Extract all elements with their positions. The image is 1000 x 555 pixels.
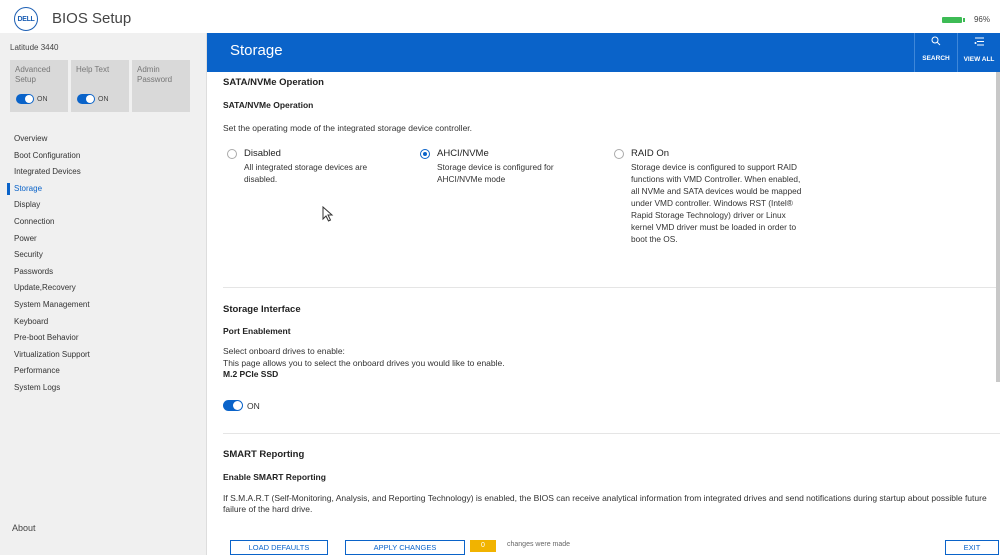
port-enablement-desc1: Select onboard drives to enable: — [223, 346, 345, 356]
sidebar-item-display[interactable]: Display — [0, 197, 206, 214]
sata-subtitle: SATA/NVMe Operation — [223, 100, 314, 110]
content-scrollbar[interactable] — [996, 72, 1000, 382]
toggle-switch-icon — [77, 94, 95, 104]
smart-description: If S.M.A.R.T (Self-Monitoring, Analysis,… — [223, 493, 987, 514]
battery-icon — [942, 17, 965, 23]
sidebar-item-keyboard[interactable]: Keyboard — [0, 314, 206, 331]
sidebar: Latitude 3440 Advanced Setup ON Help Tex… — [0, 33, 207, 555]
m2-pcie-ssd-toggle[interactable]: ON — [223, 400, 260, 411]
changes-count-badge: 0 — [470, 540, 496, 552]
sidebar-item-storage[interactable]: Storage — [0, 181, 206, 198]
sata-description: Set the operating mode of the integrated… — [223, 123, 473, 133]
sidebar-item-security[interactable]: Security — [0, 247, 206, 264]
sidebar-item-performance[interactable]: Performance — [0, 363, 206, 380]
port-enablement-title: Port Enablement — [223, 326, 291, 336]
advanced-setup-toggle[interactable]: ON — [16, 94, 48, 104]
section-divider — [223, 287, 1000, 288]
section-divider — [223, 433, 1000, 434]
page-title: Storage — [230, 42, 283, 59]
app-title: BIOS Setup — [52, 10, 132, 27]
search-icon — [915, 36, 957, 49]
footer-bar: LOAD DEFAULTS APPLY CHANGES 0 changes we… — [207, 536, 1000, 555]
exit-button[interactable]: EXIT — [945, 540, 999, 555]
sidebar-item-system-management[interactable]: System Management — [0, 297, 206, 314]
page-header: Storage SEARCH VIEW ALL — [207, 33, 1000, 72]
list-icon — [958, 36, 1000, 50]
smart-section-title: SMART Reporting — [223, 449, 305, 460]
sidebar-item-update-recovery[interactable]: Update,Recovery — [0, 280, 206, 297]
help-text-label: Help Text — [76, 65, 110, 74]
radio-button[interactable] — [227, 149, 237, 159]
mouse-cursor-icon — [322, 206, 334, 222]
battery-percent: 96% — [973, 15, 990, 24]
admin-password-label: Admin Password — [137, 65, 173, 84]
load-defaults-button[interactable]: LOAD DEFAULTS — [230, 540, 328, 555]
admin-password-option[interactable]: Admin Password — [132, 60, 190, 112]
storage-interface-title: Storage Interface — [223, 304, 301, 315]
sidebar-item-passwords[interactable]: Passwords — [0, 264, 206, 281]
apply-changes-button[interactable]: APPLY CHANGES — [345, 540, 465, 555]
view-all-button[interactable]: VIEW ALL — [957, 33, 1000, 72]
search-button[interactable]: SEARCH — [914, 33, 957, 72]
sidebar-item-virtualization-support[interactable]: Virtualization Support — [0, 347, 206, 364]
sidebar-item-overview[interactable]: Overview — [0, 131, 206, 148]
main-content: SATA/NVMe Operation SATA/NVMe Operation … — [207, 72, 1000, 527]
top-bar: DELL BIOS Setup 96% — [0, 0, 1000, 33]
advanced-setup-label: Advanced Setup — [15, 65, 51, 84]
sidebar-nav: Overview Boot Configuration Integrated D… — [0, 131, 206, 397]
m2-pcie-ssd-label: M.2 PCIe SSD — [223, 369, 279, 379]
help-text-option[interactable]: Help Text ON — [71, 60, 129, 112]
sidebar-item-system-logs[interactable]: System Logs — [0, 380, 206, 397]
sidebar-item-pre-boot-behavior[interactable]: Pre-boot Behavior — [0, 330, 206, 347]
changes-text: changes were made — [507, 541, 571, 548]
dell-logo: DELL — [14, 7, 38, 31]
device-name: Latitude 3440 — [10, 43, 59, 52]
sidebar-item-connection[interactable]: Connection — [0, 214, 206, 231]
smart-subtitle: Enable SMART Reporting — [223, 472, 326, 482]
sidebar-item-power[interactable]: Power — [0, 231, 206, 248]
advanced-setup-option[interactable]: Advanced Setup ON — [10, 60, 68, 112]
sata-section-title: SATA/NVMe Operation — [223, 77, 324, 88]
toggle-switch-icon — [16, 94, 34, 104]
sidebar-item-boot-configuration[interactable]: Boot Configuration — [0, 148, 206, 165]
help-text-toggle[interactable]: ON — [77, 94, 109, 104]
port-enablement-desc2: This page allows you to select the onboa… — [223, 358, 505, 368]
radio-button[interactable] — [614, 149, 624, 159]
toggle-switch-icon — [223, 400, 243, 411]
about-link[interactable]: About — [12, 523, 36, 533]
radio-button-selected[interactable] — [420, 149, 430, 159]
sidebar-item-integrated-devices[interactable]: Integrated Devices — [0, 164, 206, 181]
